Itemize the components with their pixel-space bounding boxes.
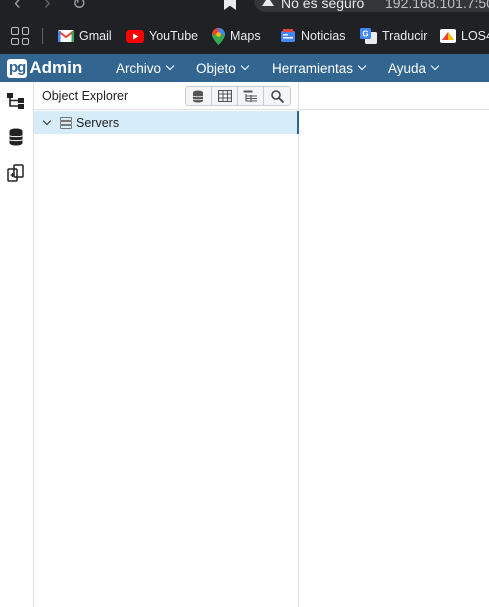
table-icon[interactable] [212, 87, 238, 105]
address-url[interactable]: 192.168.101.7:5050 [385, 0, 489, 11]
menu-herramientas[interactable]: Herramientas [272, 54, 367, 82]
explorer-toolbar [185, 86, 291, 106]
tree-item-label: Servers [76, 115, 120, 130]
svg-text:G: G [362, 30, 368, 39]
apps-icon[interactable] [11, 27, 29, 45]
bookmark-noticias[interactable]: Noticias [280, 18, 345, 54]
pgadmin-logo: pg Admin [7, 58, 83, 78]
object-explorer-panel: Object Explorer Servers [34, 82, 299, 607]
app-menubar: pg Admin Archivo Objeto Herramientas Ayu… [0, 54, 489, 82]
menu-objeto[interactable]: Objeto [196, 54, 250, 82]
filter-rows-icon[interactable] [238, 87, 264, 105]
back-icon[interactable]: ‹ [14, 0, 21, 15]
news-icon [281, 29, 295, 42]
forward-icon[interactable]: › [44, 0, 51, 15]
database-icon[interactable] [5, 126, 27, 148]
chevron-down-icon [165, 61, 175, 71]
bookmarks-divider [42, 28, 43, 44]
search-icon[interactable] [264, 87, 290, 105]
menu-archivo[interactable]: Archivo [116, 54, 175, 82]
panel-title: Object Explorer [42, 89, 129, 103]
side-rail [0, 82, 34, 607]
tab-strip [300, 82, 489, 110]
maps-icon [212, 27, 225, 45]
chevron-down-icon [357, 61, 367, 71]
browser-toolbar: ‹ › ↻ No es seguro 192.168.101.7:5050 [0, 0, 489, 18]
server-group-icon [60, 116, 72, 129]
object-explorer-icon[interactable] [5, 90, 27, 112]
menu-ayuda[interactable]: Ayuda [388, 54, 440, 82]
bookmark-youtube[interactable]: YouTube [126, 18, 198, 54]
warning-icon [262, 0, 274, 6]
schema-diff-icon[interactable] [5, 162, 27, 184]
chevron-down-icon [240, 61, 250, 71]
explorer-header: Object Explorer [34, 82, 299, 110]
bookmark-icon[interactable] [224, 0, 236, 10]
bookmarks-bar: Gmail YouTube Maps Noticias G Traducir L… [0, 18, 489, 54]
chevron-down-icon [430, 61, 440, 71]
gmail-icon [58, 30, 74, 42]
tree-item-servers[interactable]: Servers [34, 111, 299, 134]
youtube-icon [126, 29, 144, 43]
chevron-down-icon[interactable] [42, 116, 52, 125]
bookmark-los4[interactable]: LOS4 [440, 18, 489, 54]
main-content-panel [300, 82, 489, 607]
los4-icon [440, 29, 456, 43]
translate-icon: G [360, 28, 377, 44]
address-warning: No es seguro [281, 0, 365, 11]
reload-icon[interactable]: ↻ [72, 0, 86, 14]
query-tool-icon[interactable] [186, 87, 212, 105]
bookmark-gmail[interactable]: Gmail [58, 18, 112, 54]
bookmark-maps[interactable]: Maps [212, 18, 261, 54]
bookmark-traducir[interactable]: G Traducir [360, 18, 427, 54]
